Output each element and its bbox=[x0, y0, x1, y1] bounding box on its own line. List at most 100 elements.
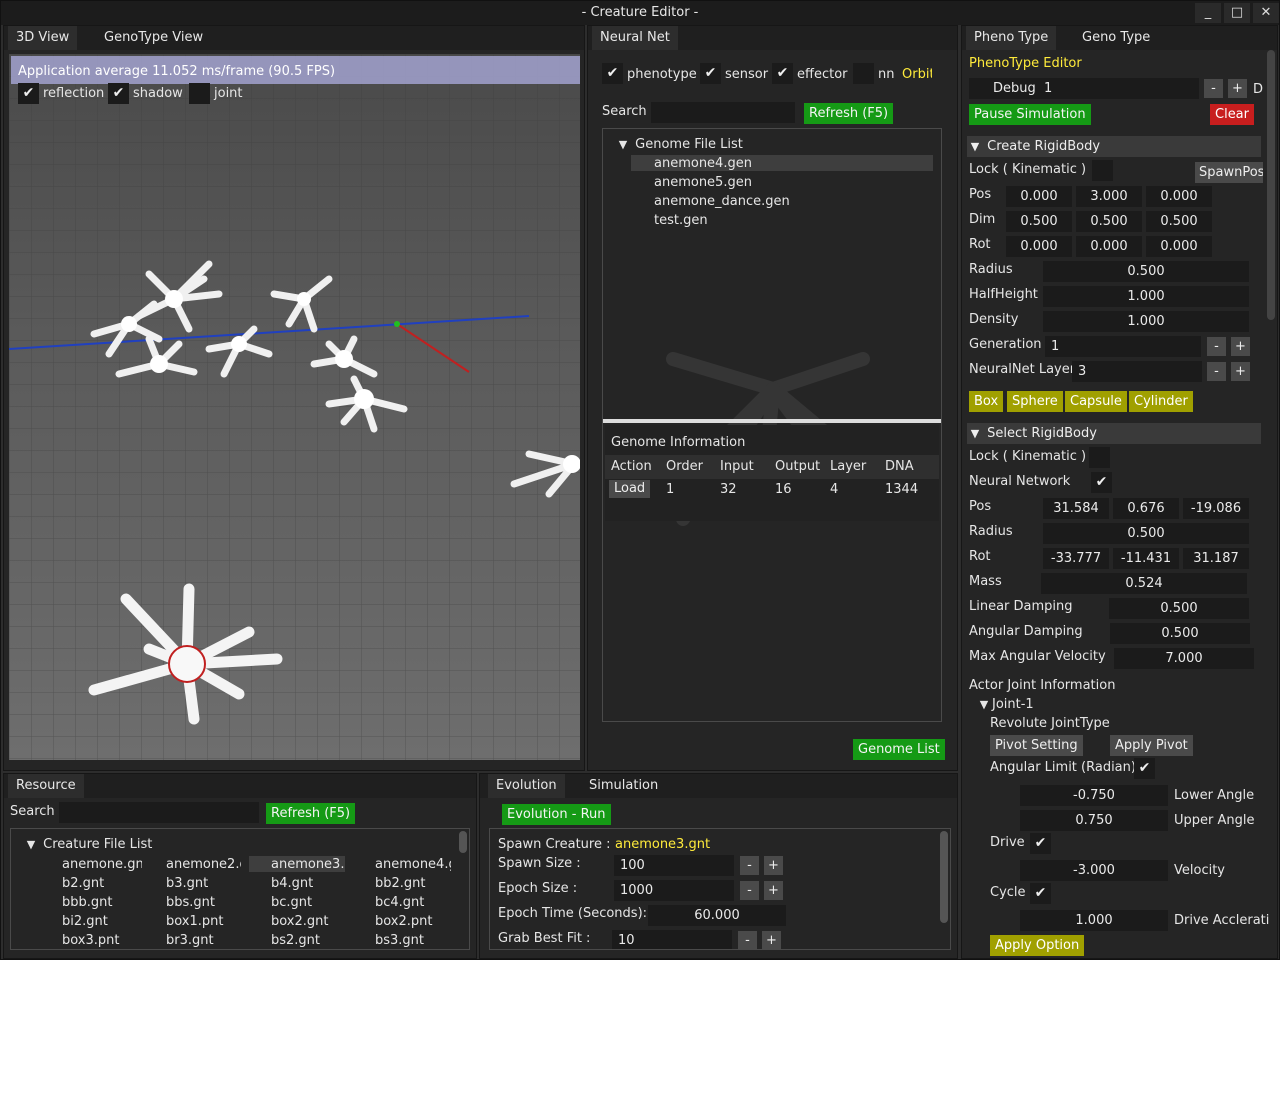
create-dim-z[interactable]: 0.500 bbox=[1146, 211, 1212, 232]
joint-checkbox[interactable] bbox=[189, 83, 210, 104]
grab-increment[interactable]: + bbox=[762, 931, 781, 949]
reflection-checkbox[interactable]: ✔ bbox=[18, 83, 39, 104]
create-pos-z[interactable]: 0.000 bbox=[1146, 186, 1212, 207]
creature-file[interactable]: bs2.gnt bbox=[271, 933, 320, 948]
select-rot-x[interactable]: -33.777 bbox=[1043, 548, 1109, 569]
creature-file[interactable]: box2.pnt bbox=[375, 914, 433, 929]
spawnpos-button[interactable]: SpawnPos bbox=[1195, 162, 1263, 183]
select-pos-x[interactable]: 31.584 bbox=[1043, 498, 1109, 519]
nnlayer-increment[interactable]: + bbox=[1231, 362, 1250, 381]
create-rot-x[interactable]: 0.000 bbox=[1006, 236, 1072, 257]
genome-file-item[interactable]: anemone_dance.gen bbox=[654, 194, 790, 209]
epoch-time-input[interactable]: 60.000 bbox=[648, 905, 786, 926]
create-rot-y[interactable]: 0.000 bbox=[1076, 236, 1142, 257]
create-rot-z[interactable]: 0.000 bbox=[1146, 236, 1212, 257]
tab-3d-view[interactable]: 3D View bbox=[8, 26, 78, 50]
create-dim-x[interactable]: 0.500 bbox=[1006, 211, 1072, 232]
angular-limit-checkbox[interactable]: ✔ bbox=[1134, 758, 1155, 779]
max-angular-velocity-input[interactable]: 7.000 bbox=[1114, 648, 1254, 669]
creature-list-scrollbar[interactable] bbox=[459, 831, 467, 853]
effector-checkbox[interactable]: ✔ bbox=[772, 63, 793, 84]
apply-option-button[interactable]: Apply Option bbox=[990, 935, 1085, 956]
drive-acceleration-input[interactable]: 1.000 bbox=[1020, 910, 1168, 931]
clear-button[interactable]: Clear bbox=[1210, 104, 1254, 125]
sphere-shape-button[interactable]: Sphere bbox=[1007, 391, 1063, 412]
apply-pivot-button[interactable]: Apply Pivot bbox=[1110, 735, 1193, 756]
tab-geno-type[interactable]: Geno Type bbox=[1074, 26, 1158, 50]
creature-file[interactable]: bi2.gnt bbox=[62, 914, 108, 929]
velocity-input[interactable]: -3.000 bbox=[1020, 860, 1168, 881]
drive-checkbox[interactable]: ✔ bbox=[1030, 833, 1051, 854]
neural-search-input[interactable] bbox=[651, 102, 795, 123]
resource-refresh-button[interactable]: Refresh (F5) bbox=[266, 803, 356, 824]
spawn-size-decrement[interactable]: - bbox=[740, 856, 759, 875]
creature-file[interactable]: anemone2.gnt bbox=[166, 857, 241, 872]
epoch-size-decrement[interactable]: - bbox=[740, 881, 759, 900]
tab-evolution[interactable]: Evolution bbox=[488, 774, 565, 798]
genome-file-item[interactable]: anemone4.gen bbox=[654, 156, 752, 171]
neural-network-checkbox[interactable]: ✔ bbox=[1091, 472, 1112, 493]
nnlayer-decrement[interactable]: - bbox=[1207, 362, 1226, 381]
evolution-run-button[interactable]: Evolution - Run bbox=[502, 804, 611, 825]
close-icon[interactable]: ✕ bbox=[1253, 3, 1279, 23]
joint-node[interactable]: ▼ Joint-1 bbox=[976, 697, 1034, 712]
create-radius-input[interactable]: 0.500 bbox=[1043, 261, 1249, 282]
shadow-checkbox[interactable]: ✔ bbox=[108, 83, 129, 104]
creature-file[interactable]: box3.pnt bbox=[62, 933, 120, 948]
mass-input[interactable]: 0.524 bbox=[1041, 573, 1247, 594]
lower-angle-input[interactable]: -0.750 bbox=[1020, 785, 1168, 806]
tab-genotype-view[interactable]: GenoType View bbox=[96, 26, 211, 50]
genome-list-button[interactable]: Genome List bbox=[853, 739, 945, 760]
creature-file[interactable]: bbs.gnt bbox=[166, 895, 215, 910]
select-pos-y[interactable]: 0.676 bbox=[1113, 498, 1179, 519]
nn-checkbox[interactable] bbox=[853, 63, 874, 84]
create-lock-checkbox[interactable] bbox=[1092, 160, 1113, 181]
neural-refresh-button[interactable]: Refresh (F5) bbox=[804, 103, 894, 124]
create-pos-x[interactable]: 0.000 bbox=[1006, 186, 1072, 207]
creature-file[interactable]: anemone.gnt bbox=[62, 857, 142, 872]
maximize-icon[interactable]: □ bbox=[1224, 3, 1250, 23]
select-rot-z[interactable]: 31.187 bbox=[1183, 548, 1249, 569]
phenotype-checkbox[interactable]: ✔ bbox=[602, 63, 623, 84]
creature-file[interactable]: bb2.gnt bbox=[375, 876, 426, 891]
genome-file-item[interactable]: anemone5.gen bbox=[654, 175, 752, 190]
pause-simulation-button[interactable]: Pause Simulation bbox=[969, 104, 1091, 125]
select-pos-z[interactable]: -19.086 bbox=[1183, 498, 1249, 519]
creature-file[interactable]: br3.gnt bbox=[166, 933, 214, 948]
debug-increment[interactable]: + bbox=[1228, 79, 1247, 98]
creature-file[interactable]: bc4.gnt bbox=[375, 895, 424, 910]
capsule-shape-button[interactable]: Capsule bbox=[1065, 391, 1127, 412]
cylinder-shape-button[interactable]: Cylinder bbox=[1129, 391, 1193, 412]
load-button[interactable]: Load bbox=[609, 480, 651, 498]
create-pos-y[interactable]: 3.000 bbox=[1076, 186, 1142, 207]
tab-simulation[interactable]: Simulation bbox=[581, 774, 666, 798]
generation-increment[interactable]: + bbox=[1231, 337, 1250, 356]
sensor-checkbox[interactable]: ✔ bbox=[700, 63, 721, 84]
epoch-size-input[interactable]: 1000 bbox=[614, 880, 734, 901]
creature-list-header[interactable]: ▼ Creature File List bbox=[23, 837, 153, 852]
linear-damping-input[interactable]: 0.500 bbox=[1109, 598, 1249, 619]
select-rigidbody-header[interactable]: ▼ Select RigidBody bbox=[967, 423, 1261, 444]
grab-best-fit-input[interactable]: 10 bbox=[612, 930, 732, 949]
select-rot-y[interactable]: -11.431 bbox=[1113, 548, 1179, 569]
creature-file[interactable]: box2.gnt bbox=[271, 914, 329, 929]
evolution-scrollbar[interactable] bbox=[940, 831, 948, 923]
density-input[interactable]: 1.000 bbox=[1043, 311, 1249, 332]
creature-file[interactable]: b2.gnt bbox=[62, 876, 104, 891]
creature-file[interactable]: bs3.gnt bbox=[375, 933, 424, 948]
creature-file[interactable]: bbb.gnt bbox=[62, 895, 112, 910]
create-rigidbody-header[interactable]: ▼ Create RigidBody bbox=[967, 136, 1261, 157]
select-lock-checkbox[interactable] bbox=[1089, 447, 1110, 468]
creature-file[interactable]: b4.gnt bbox=[271, 876, 313, 891]
resource-search-input[interactable] bbox=[59, 802, 259, 823]
minimize-icon[interactable]: _ bbox=[1195, 3, 1221, 23]
generation-decrement[interactable]: - bbox=[1207, 337, 1226, 356]
tab-neural-net[interactable]: Neural Net bbox=[592, 26, 678, 50]
select-radius-input[interactable]: 0.500 bbox=[1043, 523, 1249, 544]
creature-file[interactable]: bc.gnt bbox=[271, 895, 312, 910]
spawn-size-increment[interactable]: + bbox=[764, 856, 783, 875]
genome-list-header[interactable]: ▼ Genome File List bbox=[615, 137, 743, 152]
create-dim-y[interactable]: 0.500 bbox=[1076, 211, 1142, 232]
grab-decrement[interactable]: - bbox=[738, 931, 757, 949]
tab-pheno-type[interactable]: Pheno Type bbox=[966, 26, 1057, 50]
